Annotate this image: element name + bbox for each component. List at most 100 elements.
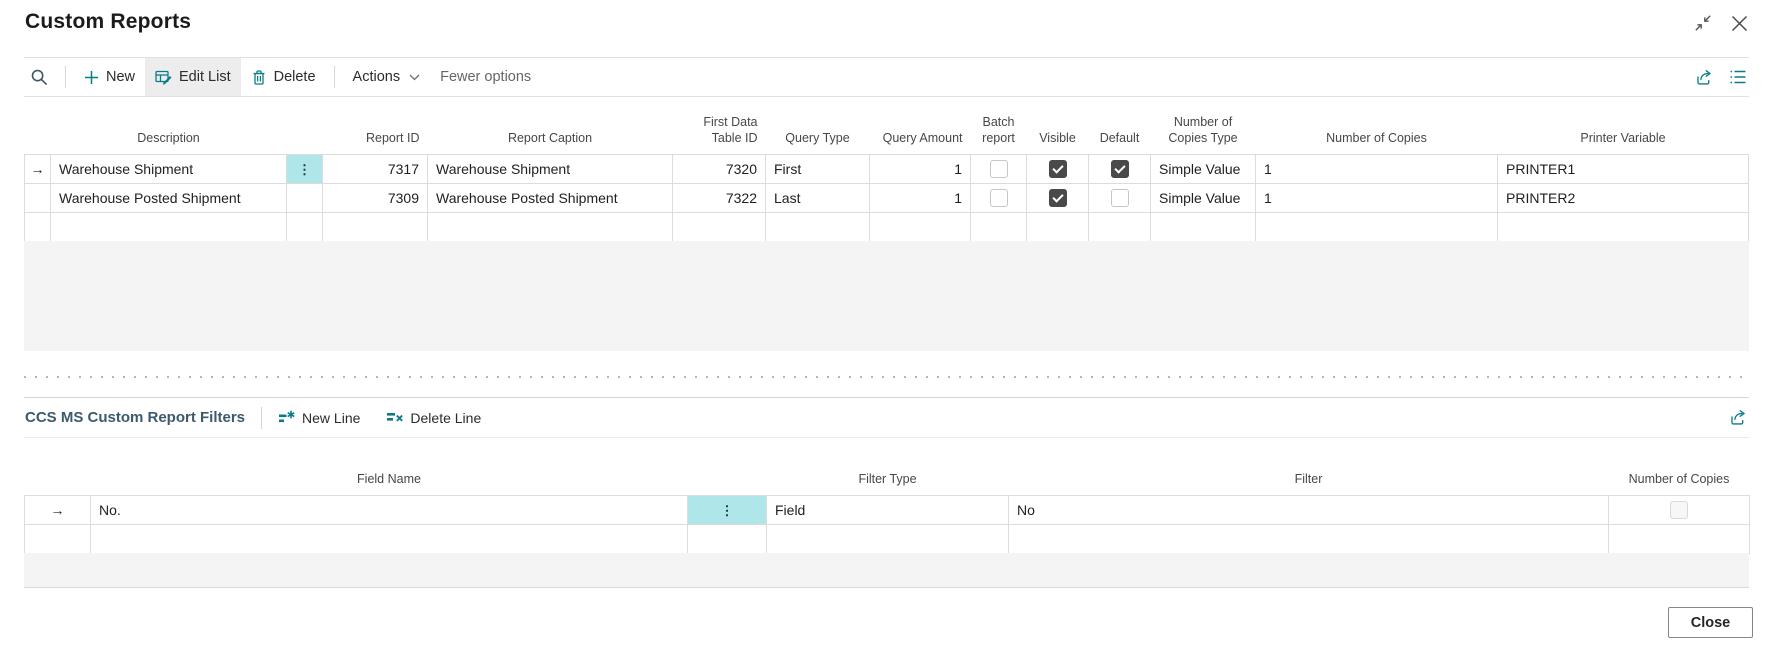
filter-cell[interactable] xyxy=(1009,524,1609,553)
edit-list-button[interactable]: Edit List xyxy=(145,58,241,96)
column-header-row-menu xyxy=(688,453,767,495)
description-cell[interactable]: Warehouse Posted Shipment xyxy=(51,183,287,212)
column-header-batch-report[interactable]: Batch report xyxy=(971,112,1027,154)
delete-button-label: Delete xyxy=(274,69,316,85)
edit-list-icon xyxy=(155,69,172,86)
search-button[interactable] xyxy=(24,58,57,96)
row-menu-cell[interactable] xyxy=(287,183,323,212)
description-cell[interactable] xyxy=(51,212,287,241)
row-menu-cell[interactable] xyxy=(688,524,767,553)
row-menu-button[interactable]: ⋮ xyxy=(287,154,323,183)
command-bar: New Edit List Delete Actions xyxy=(24,57,1749,97)
column-header-report-id[interactable]: Report ID xyxy=(323,112,428,154)
number-of-copies-cell[interactable]: 1 xyxy=(1256,154,1498,183)
query-type-cell[interactable] xyxy=(766,212,870,241)
page-title: Custom Reports xyxy=(25,10,191,34)
default-checkbox[interactable] xyxy=(1111,160,1129,178)
field-name-cell[interactable]: No. xyxy=(91,495,688,524)
column-header-filter[interactable]: Filter xyxy=(1009,453,1609,495)
new-line-button[interactable]: New Line xyxy=(278,410,360,426)
table-row-empty xyxy=(25,212,1749,241)
trash-icon xyxy=(251,69,267,86)
field-name-cell[interactable] xyxy=(91,524,688,553)
first-data-table-id-cell[interactable]: 7320 xyxy=(673,154,766,183)
table-row: → Warehouse Shipment ⋮ 7317 Warehouse Sh… xyxy=(25,154,1749,183)
table-header-row: Description Report ID Report Caption Fir… xyxy=(25,112,1749,154)
visible-cell[interactable] xyxy=(1027,212,1089,241)
visible-checkbox[interactable] xyxy=(1049,189,1067,207)
selector-cell xyxy=(25,524,91,553)
column-header-field-name[interactable]: Field Name xyxy=(91,453,688,495)
new-button[interactable]: New xyxy=(74,58,145,96)
row-menu-button[interactable]: ⋮ xyxy=(688,495,767,524)
column-header-query-amount[interactable]: Query Amount xyxy=(870,112,971,154)
first-data-table-id-cell[interactable]: 7322 xyxy=(673,183,766,212)
visible-checkbox[interactable] xyxy=(1049,160,1067,178)
window-controls xyxy=(1692,12,1750,34)
column-header-visible[interactable]: Visible xyxy=(1027,112,1089,154)
batch-report-checkbox[interactable] xyxy=(990,189,1008,207)
description-cell[interactable]: Warehouse Shipment xyxy=(51,154,287,183)
filters-section-header: CCS MS Custom Report Filters New Line De… xyxy=(24,397,1749,438)
query-amount-cell[interactable]: 1 xyxy=(870,154,971,183)
printer-variable-cell[interactable]: PRINTER1 xyxy=(1498,154,1749,183)
new-line-icon xyxy=(278,410,295,426)
filter-type-cell[interactable]: Field xyxy=(767,495,1009,524)
column-header-number-of-copies-type[interactable]: Number of Copies Type xyxy=(1151,112,1256,154)
report-caption-cell[interactable] xyxy=(428,212,673,241)
number-of-copies-cell xyxy=(1609,495,1750,524)
filters-section-title: CCS MS Custom Report Filters xyxy=(24,409,245,426)
column-header-first-data-table-id[interactable]: First Data Table ID xyxy=(673,112,766,154)
number-of-copies-type-cell[interactable]: Simple Value xyxy=(1151,183,1256,212)
number-of-copies-type-cell[interactable]: Simple Value xyxy=(1151,154,1256,183)
batch-report-cell[interactable] xyxy=(971,212,1027,241)
column-header-query-type[interactable]: Query Type xyxy=(766,112,870,154)
toolbar-right-icons xyxy=(1694,68,1749,87)
batch-report-cell xyxy=(971,154,1027,183)
new-button-label: New xyxy=(106,69,135,85)
query-type-cell[interactable]: Last xyxy=(766,183,870,212)
query-amount-cell[interactable]: 1 xyxy=(870,183,971,212)
default-cell xyxy=(1089,183,1151,212)
actions-menu-button[interactable]: Actions xyxy=(343,58,431,96)
query-amount-cell[interactable] xyxy=(870,212,971,241)
report-caption-cell[interactable]: Warehouse Shipment xyxy=(428,154,673,183)
close-button[interactable]: Close xyxy=(1668,607,1753,638)
close-icon[interactable] xyxy=(1728,12,1750,34)
default-cell[interactable] xyxy=(1089,212,1151,241)
filters-share-icon[interactable] xyxy=(1728,408,1749,427)
report-id-cell[interactable]: 7317 xyxy=(323,154,428,183)
report-id-cell[interactable]: 7309 xyxy=(323,183,428,212)
list-view-icon[interactable] xyxy=(1729,69,1747,85)
number-of-copies-cell[interactable] xyxy=(1609,524,1750,553)
column-header-number-of-copies[interactable]: Number of Copies xyxy=(1609,453,1750,495)
delete-button[interactable]: Delete xyxy=(241,58,326,96)
column-header-description[interactable]: Description xyxy=(51,112,287,154)
column-header-printer-variable[interactable]: Printer Variable xyxy=(1498,112,1749,154)
number-of-copies-checkbox[interactable] xyxy=(1670,501,1688,519)
first-data-table-id-cell[interactable] xyxy=(673,212,766,241)
share-icon[interactable] xyxy=(1694,68,1713,87)
column-header-number-of-copies[interactable]: Number of Copies xyxy=(1256,112,1498,154)
report-id-cell[interactable] xyxy=(323,212,428,241)
report-caption-cell[interactable]: Warehouse Posted Shipment xyxy=(428,183,673,212)
batch-report-checkbox[interactable] xyxy=(990,160,1008,178)
filter-cell[interactable]: No xyxy=(1009,495,1609,524)
new-line-button-label: New Line xyxy=(302,410,360,426)
delete-line-button[interactable]: Delete Line xyxy=(386,410,481,426)
fewer-options-button[interactable]: Fewer options xyxy=(430,58,541,96)
number-of-copies-cell[interactable]: 1 xyxy=(1256,183,1498,212)
row-menu-cell[interactable] xyxy=(287,212,323,241)
column-header-report-caption[interactable]: Report Caption xyxy=(428,112,673,154)
column-header-default[interactable]: Default xyxy=(1089,112,1151,154)
default-checkbox[interactable] xyxy=(1111,189,1129,207)
filter-type-cell[interactable] xyxy=(767,524,1009,553)
query-type-cell[interactable]: First xyxy=(766,154,870,183)
collapse-window-icon[interactable] xyxy=(1692,12,1714,34)
printer-variable-cell[interactable]: PRINTER2 xyxy=(1498,183,1749,212)
custom-reports-table: Description Report ID Report Caption Fir… xyxy=(24,112,1749,242)
printer-variable-cell[interactable] xyxy=(1498,212,1749,241)
column-header-filter-type[interactable]: Filter Type xyxy=(767,453,1009,495)
number-of-copies-cell[interactable] xyxy=(1256,212,1498,241)
number-of-copies-type-cell[interactable] xyxy=(1151,212,1256,241)
